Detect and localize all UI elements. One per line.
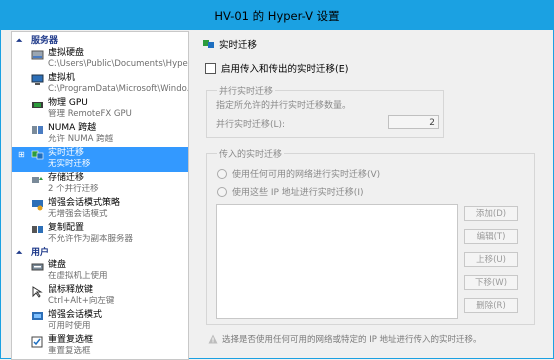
expand-plus-icon[interactable]: ⊞ <box>18 150 25 159</box>
nav-item-mouse-release-key[interactable]: 鼠标释放键 Ctrl+Alt+向左键 <box>12 284 188 309</box>
virtual-disk-icon <box>31 50 44 60</box>
ip-address-list[interactable] <box>216 204 458 319</box>
nav-item-live-migration[interactable]: ⊞ 实时迁移 无实时迁移 <box>12 147 188 172</box>
collapse-chevron-icon[interactable]: ⏶ <box>16 35 22 47</box>
enhanced-session-policy-icon <box>32 200 43 211</box>
nav-item-replication-config[interactable]: 复制配置 不允许作为副本服务器 <box>12 222 188 247</box>
info-note: 选择是否使用任何可用的网络或特定的 IP 地址进行传入的实时迁移。 <box>208 333 482 345</box>
enhanced-session-icon <box>32 312 43 320</box>
reset-checkbox-icon <box>31 336 43 348</box>
nav-item-reset-checkboxes[interactable]: 重置复选框 重置复选框 <box>12 334 188 359</box>
move-up-button[interactable]: 上移(U) <box>464 252 518 267</box>
settings-window: HV-01 的 Hyper-V 设置 ⏶ 服务器 虚拟硬盘 C:\Users\P… <box>0 0 554 360</box>
radio-these-ips[interactable]: 使用这些 IP 地址进行实时迁移(I) <box>217 185 363 198</box>
nav-item-storage-migration[interactable]: 存储迁移 2 个并行迁移 <box>12 172 188 197</box>
gpu-icon <box>32 102 43 108</box>
collapse-chevron-icon[interactable]: ⏶ <box>16 247 22 259</box>
keyboard-icon <box>31 263 44 271</box>
nav-item-keyboard[interactable]: 键盘 在虚拟机上使用 <box>12 259 188 284</box>
move-down-button[interactable]: 下移(W) <box>464 275 518 290</box>
live-migration-icon <box>31 150 44 160</box>
virtual-machine-icon <box>31 74 44 85</box>
radio-button[interactable] <box>217 169 227 179</box>
live-migration-icon <box>203 40 214 48</box>
nav-item-virtual-machine[interactable]: 虚拟机 C:\ProgramData\Microsoft\Windo... <box>12 72 188 97</box>
checkbox-box[interactable] <box>205 63 216 74</box>
nav-item-numa-spanning[interactable]: NUMA 跨越 允许 NUMA 跨越 <box>12 122 188 147</box>
delete-button[interactable]: 删除(R) <box>464 298 518 313</box>
section-server[interactable]: ⏶ 服务器 <box>12 35 188 47</box>
add-button[interactable]: 添加(D) <box>464 206 518 221</box>
nav-item-enhanced-session-policy[interactable]: 增强会话模式策略 无增强会话模式 <box>12 197 188 222</box>
settings-nav-tree: ⏶ 服务器 虚拟硬盘 C:\Users\Public\Documents\Hyp… <box>11 31 189 360</box>
enable-live-migration-checkbox[interactable]: 启用传入和传出的实时迁移(E) <box>205 61 348 75</box>
nav-item-enhanced-session[interactable]: 增强会话模式 可用时使用 <box>12 309 188 334</box>
storage-migration-icon <box>32 177 43 183</box>
warning-icon <box>208 334 218 344</box>
parallel-description: 指定所允许的并行实时迁移数量。 <box>216 101 352 111</box>
settings-detail-pane: 实时迁移 启用传入和传出的实时迁移(E) 并行实时迁移 指定所允许的并行实时迁移… <box>194 31 551 358</box>
radio-button[interactable] <box>217 187 227 197</box>
window-title: HV-01 的 Hyper-V 设置 <box>214 9 340 23</box>
parallel-field-label: 并行实时迁移(L): <box>216 120 286 130</box>
nav-item-virtual-disk[interactable]: 虚拟硬盘 C:\Users\Public\Documents\Hyper-... <box>12 47 188 72</box>
mouse-release-icon <box>32 286 43 298</box>
parallel-migrations-input[interactable]: 2 <box>388 115 439 129</box>
replication-icon <box>32 226 43 233</box>
section-user[interactable]: ⏶ 用户 <box>12 247 188 259</box>
numa-icon <box>32 126 43 134</box>
nav-item-physical-gpu[interactable]: 物理 GPU 管理 RemoteFX GPU <box>12 97 188 122</box>
parallel-migrations-group: 并行实时迁移 指定所允许的并行实时迁移数量。 并行实时迁移(L): <box>206 84 444 138</box>
title-bar[interactable]: HV-01 的 Hyper-V 设置 <box>1 1 553 30</box>
pane-header: 实时迁移 <box>202 37 257 51</box>
edit-button[interactable]: 编辑(T) <box>464 229 518 244</box>
radio-any-network[interactable]: 使用任何可用的网络进行实时迁移(V) <box>217 167 380 180</box>
